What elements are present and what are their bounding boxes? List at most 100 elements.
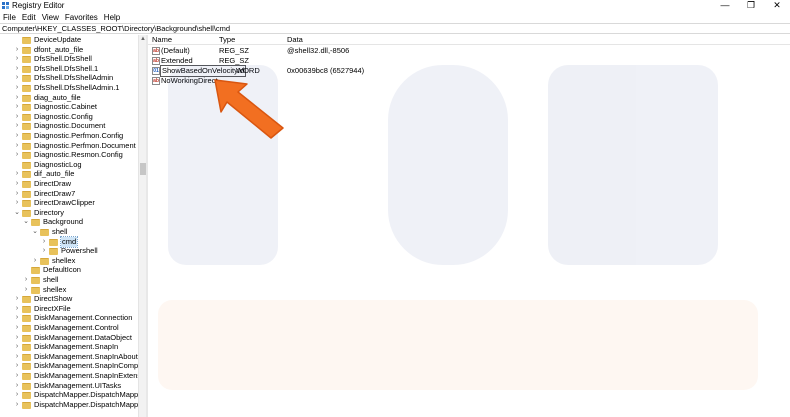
tree-item[interactable]: › DirectXFile bbox=[0, 304, 140, 314]
expand-chevron-icon[interactable]: › bbox=[13, 102, 21, 112]
menu-edit[interactable]: Edit bbox=[19, 12, 39, 23]
column-name-header[interactable]: Name bbox=[152, 35, 172, 45]
tree-item[interactable]: › DiskManagement.Control bbox=[0, 323, 140, 333]
column-type-header[interactable]: Type bbox=[219, 35, 235, 45]
tree-item[interactable]: › Diagnostic.Resmon.Config bbox=[0, 150, 140, 160]
expand-chevron-icon[interactable]: ⌄ bbox=[13, 208, 21, 218]
tree-item-label: dif_auto_file bbox=[34, 169, 75, 179]
tree-item[interactable]: ⌄ Background bbox=[0, 217, 140, 227]
tree-item-label: DispatchMapper.DispatchMappe bbox=[34, 390, 140, 400]
tree-item[interactable]: › Diagnostic.Document bbox=[0, 121, 140, 131]
tree-item[interactable]: › DfsShell.DfsShell bbox=[0, 54, 140, 64]
expand-chevron-icon[interactable]: › bbox=[13, 93, 21, 103]
expand-chevron-icon[interactable]: › bbox=[13, 169, 21, 179]
tree-item[interactable]: › DfsShell.DfsShellAdmin bbox=[0, 73, 140, 83]
tree-item[interactable]: › DiskManagement.SnapInExtensic bbox=[0, 371, 140, 381]
expand-chevron-icon[interactable]: › bbox=[13, 45, 21, 55]
expand-chevron-icon[interactable]: › bbox=[13, 112, 21, 122]
expand-chevron-icon[interactable]: › bbox=[13, 73, 21, 83]
expand-chevron-icon[interactable]: › bbox=[22, 275, 30, 285]
expand-chevron-icon[interactable]: › bbox=[22, 285, 30, 295]
tree-item[interactable]: › DispatchMapper.DispatchMappe bbox=[0, 400, 140, 410]
expand-chevron-icon[interactable]: › bbox=[13, 333, 21, 343]
expand-chevron-icon[interactable]: ⌄ bbox=[22, 217, 30, 227]
expand-chevron-icon[interactable]: › bbox=[31, 256, 39, 266]
expand-chevron-icon[interactable]: › bbox=[13, 131, 21, 141]
tree-item[interactable]: › DfsShell.DfsShell.1 bbox=[0, 64, 140, 74]
tree-item[interactable]: › DiskManagement.SnapIn bbox=[0, 342, 140, 352]
tree-item[interactable]: › diag_auto_file bbox=[0, 93, 140, 103]
menu-favorites[interactable]: Favorites bbox=[62, 12, 101, 23]
tree-item[interactable]: › DiskManagement.DataObject bbox=[0, 333, 140, 343]
expand-chevron-icon[interactable]: › bbox=[13, 381, 21, 391]
tree-item[interactable]: › dfont_auto_file bbox=[0, 45, 140, 55]
expand-chevron-icon[interactable]: › bbox=[13, 294, 21, 304]
tree-item[interactable]: ⌄ Directory bbox=[0, 208, 140, 218]
value-row[interactable]: ab Extended REG_SZ bbox=[148, 56, 790, 66]
folder-icon bbox=[22, 325, 31, 332]
tree-item[interactable]: › Diagnostic.Config bbox=[0, 112, 140, 122]
expand-chevron-icon[interactable]: › bbox=[13, 323, 21, 333]
expand-chevron-icon[interactable]: › bbox=[13, 390, 21, 400]
tree-item[interactable]: DeviceUpdate bbox=[0, 35, 140, 45]
tree-item[interactable]: › shell bbox=[0, 275, 140, 285]
address-bar[interactable]: Computer\HKEY_CLASSES_ROOT\Directory\Bac… bbox=[0, 23, 790, 34]
expand-chevron-icon[interactable] bbox=[13, 35, 21, 45]
minimize-button[interactable]: — bbox=[712, 0, 738, 12]
tree-item[interactable]: › DiskManagement.SnapInCompor bbox=[0, 361, 140, 371]
tree-item[interactable]: › DirectDraw7 bbox=[0, 189, 140, 199]
tree-item[interactable]: › DiskManagement.SnapInAbout bbox=[0, 352, 140, 362]
menu-view[interactable]: View bbox=[39, 12, 62, 23]
expand-chevron-icon[interactable]: › bbox=[13, 400, 21, 410]
tree-item[interactable]: › DiskManagement.UITasks bbox=[0, 381, 140, 391]
menu-help[interactable]: Help bbox=[101, 12, 123, 23]
menu-file[interactable]: File bbox=[0, 12, 19, 23]
tree-item[interactable]: › DirectDraw bbox=[0, 179, 140, 189]
tree-item-label: Powershell bbox=[61, 246, 98, 256]
expand-chevron-icon[interactable]: › bbox=[13, 313, 21, 323]
value-row[interactable]: ab (Default) REG_SZ @shell32.dll,-8506 bbox=[148, 46, 790, 56]
expand-chevron-icon[interactable]: › bbox=[13, 83, 21, 93]
expand-chevron-icon[interactable]: › bbox=[13, 179, 21, 189]
expand-chevron-icon[interactable] bbox=[22, 265, 30, 275]
expand-chevron-icon[interactable]: › bbox=[13, 371, 21, 381]
expand-chevron-icon[interactable]: › bbox=[13, 64, 21, 74]
maximize-button[interactable]: ❐ bbox=[738, 0, 764, 12]
expand-chevron-icon[interactable]: › bbox=[13, 198, 21, 208]
tree-item[interactable]: ⌄ shell bbox=[0, 227, 140, 237]
tree-item[interactable]: DiagnosticLog bbox=[0, 160, 140, 170]
expand-chevron-icon[interactable]: › bbox=[13, 304, 21, 314]
value-data: 0x00639bc8 (6527944) bbox=[287, 66, 365, 75]
tree-item[interactable]: › Powershell bbox=[0, 246, 140, 256]
expand-chevron-icon[interactable]: › bbox=[13, 189, 21, 199]
close-button[interactable]: ✕ bbox=[764, 0, 790, 12]
expand-chevron-icon[interactable]: › bbox=[40, 246, 48, 256]
tree-item[interactable]: › DirectDrawClipper bbox=[0, 198, 140, 208]
tree-item[interactable]: › cmd bbox=[0, 235, 140, 248]
expand-chevron-icon[interactable]: › bbox=[13, 141, 21, 151]
tree-scrollbar[interactable]: ▲ bbox=[138, 35, 146, 417]
expand-chevron-icon[interactable]: › bbox=[13, 342, 21, 352]
tree-item[interactable]: › Diagnostic.Cabinet bbox=[0, 102, 140, 112]
expand-chevron-icon[interactable]: › bbox=[13, 361, 21, 371]
expand-chevron-icon[interactable]: › bbox=[13, 150, 21, 160]
tree-item[interactable]: › Diagnostic.Perfmon.Document bbox=[0, 141, 140, 151]
window-title: Registry Editor bbox=[12, 1, 65, 10]
tree-item[interactable]: › dif_auto_file bbox=[0, 169, 140, 179]
folder-icon bbox=[22, 334, 31, 342]
tree-item[interactable]: DefaultIcon bbox=[0, 265, 140, 275]
tree-item[interactable]: › shellex bbox=[0, 285, 140, 295]
tree-item[interactable]: › shellex bbox=[0, 256, 140, 266]
expand-chevron-icon[interactable] bbox=[13, 160, 21, 170]
tree-item[interactable]: › DispatchMapper.DispatchMappe bbox=[0, 390, 140, 400]
tree-item[interactable]: › DirectShow bbox=[0, 294, 140, 304]
expand-chevron-icon[interactable]: › bbox=[13, 352, 21, 362]
tree-item[interactable]: › Diagnostic.Perfmon.Config bbox=[0, 131, 140, 141]
expand-chevron-icon[interactable]: › bbox=[40, 237, 48, 247]
tree-item[interactable]: › DfsShell.DfsShellAdmin.1 bbox=[0, 83, 140, 93]
tree-item[interactable]: › DiskManagement.Connection bbox=[0, 313, 140, 323]
expand-chevron-icon[interactable]: ⌄ bbox=[31, 227, 39, 237]
expand-chevron-icon[interactable]: › bbox=[13, 54, 21, 64]
column-data-header[interactable]: Data bbox=[287, 35, 303, 45]
expand-chevron-icon[interactable]: › bbox=[13, 121, 21, 131]
